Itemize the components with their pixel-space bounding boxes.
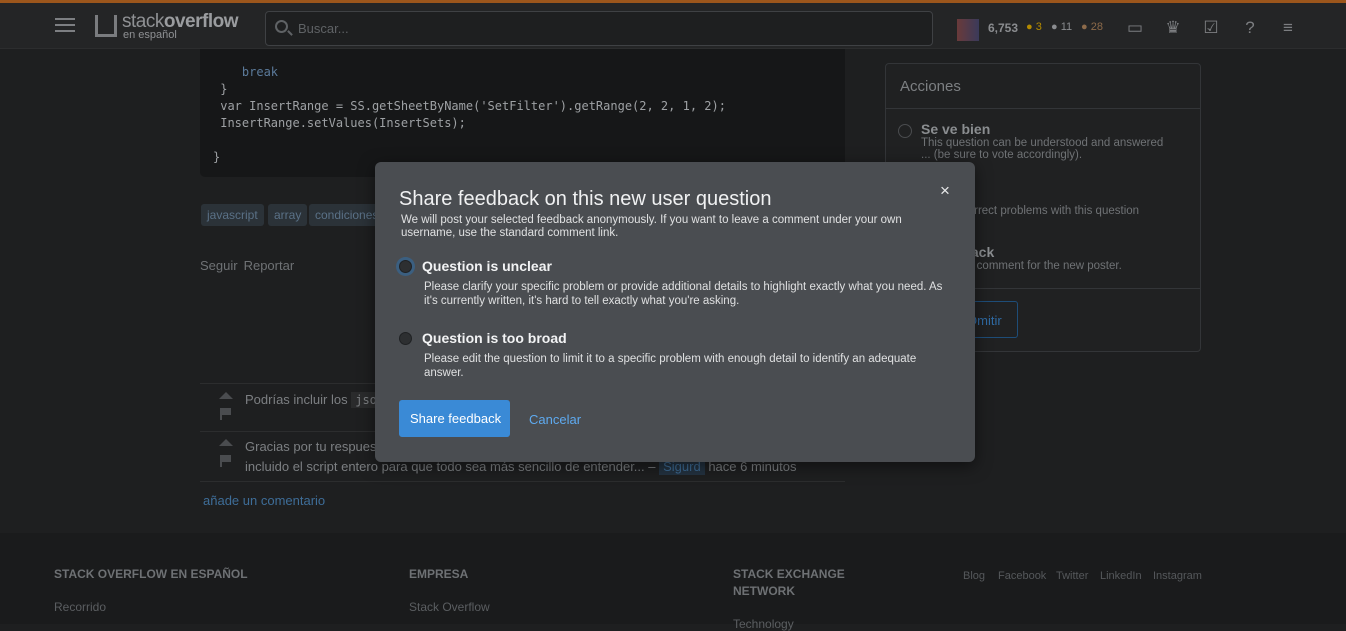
- upvote-icon[interactable]: [219, 392, 233, 399]
- code-line: }: [220, 82, 228, 96]
- modal-title: Share feedback on this new user question: [399, 188, 772, 210]
- sidebar-option: Se ve bien This question can be understoo…: [921, 121, 1163, 161]
- share-feedback-button[interactable]: Share feedback: [399, 400, 510, 437]
- tag-condiciones[interactable]: condiciones: [309, 204, 385, 226]
- footer-social-link[interactable]: LinkedIn: [1100, 570, 1142, 582]
- upvote-icon[interactable]: [219, 439, 233, 446]
- footer-social-link[interactable]: Blog: [963, 570, 985, 582]
- logo[interactable]: stackoverflow en español: [95, 11, 238, 41]
- option-label: Se ve bien: [921, 121, 991, 137]
- code-line: break: [227, 65, 279, 79]
- footer-link[interactable]: Recorrido: [54, 600, 106, 614]
- footer-heading: STACK EXCHANGE NETWORK: [733, 566, 845, 600]
- site-switcher-icon[interactable]: ≡: [1278, 19, 1298, 37]
- comment: Podrías incluir los jso: [245, 390, 381, 410]
- close-icon[interactable]: ×: [940, 181, 950, 201]
- silver-badge-count: ● 11: [1051, 21, 1073, 33]
- code-line: InsertRange.setValues(InsertSets);: [220, 116, 466, 130]
- tag-array[interactable]: array: [268, 204, 308, 226]
- modal-subtitle: We will post your selected feedback anon…: [401, 214, 902, 239]
- code-block: break } var InsertRange = SS.getSheetByN…: [200, 49, 845, 177]
- report-link[interactable]: Reportar: [244, 258, 295, 273]
- unclear-radio[interactable]: [399, 260, 412, 273]
- code-line: }: [213, 150, 221, 164]
- comment-text: Podrías incluir los: [245, 392, 352, 407]
- option-desc: Please clarify your specific problem or …: [424, 281, 943, 307]
- bronze-badge-count: ● 28: [1081, 21, 1103, 33]
- feedback-modal: Share feedback on this new user question…: [375, 162, 975, 462]
- option-desc: ... (be sure to vote accordingly).: [921, 149, 1083, 161]
- gold-badge-count: ● 3: [1026, 21, 1042, 33]
- option-desc: This question can be understood and answ…: [921, 137, 1164, 149]
- inbox-icon[interactable]: ▭: [1125, 19, 1145, 37]
- footer-social-link[interactable]: Instagram: [1153, 570, 1202, 582]
- silver-count: 11: [1060, 21, 1073, 33]
- footer-heading-line: NETWORK: [733, 584, 795, 598]
- top-bar: stackoverflow en español Buscar... 6,753…: [0, 3, 1346, 49]
- too-broad-radio[interactable]: [399, 332, 412, 345]
- bronze-count: 28: [1090, 21, 1103, 33]
- option-desc: Please edit the question to limit it to …: [424, 353, 917, 379]
- cancel-button[interactable]: Cancelar: [529, 412, 581, 427]
- footer-link[interactable]: Stack Overflow: [409, 600, 490, 614]
- looks-ok-radio[interactable]: [898, 124, 912, 138]
- search-input[interactable]: Buscar...: [265, 11, 933, 46]
- option-label[interactable]: Question is too broad: [422, 330, 567, 346]
- footer: STACK OVERFLOW EN ESPAÑOL Recorrido EMPR…: [0, 533, 1346, 631]
- stack-logo-icon: [95, 15, 117, 37]
- footer-social-link[interactable]: Twitter: [1056, 570, 1088, 582]
- hamburger-menu-icon[interactable]: [55, 18, 75, 32]
- footer-heading: STACK OVERFLOW EN ESPAÑOL: [54, 567, 248, 581]
- follow-link[interactable]: Seguir: [200, 258, 238, 273]
- reputation: 6,753: [988, 21, 1019, 35]
- search-icon: [275, 20, 288, 33]
- tag-javascript[interactable]: javascript: [201, 204, 264, 226]
- trophy-icon[interactable]: ♛: [1163, 19, 1183, 37]
- gold-count: 3: [1035, 21, 1042, 33]
- review-icon[interactable]: ☑: [1201, 19, 1221, 37]
- code-line: var InsertRange = SS.getSheetByName('Set…: [220, 99, 726, 113]
- avatar[interactable]: [957, 19, 979, 41]
- option-label[interactable]: Question is unclear: [422, 258, 552, 274]
- add-comment-link[interactable]: añade un comentario: [203, 493, 325, 508]
- footer-social-link[interactable]: Facebook: [998, 570, 1046, 582]
- post-menu: Seguir Reportar: [200, 258, 300, 273]
- search-placeholder: Buscar...: [298, 21, 349, 36]
- flag-icon[interactable]: [220, 455, 232, 467]
- help-icon[interactable]: ?: [1240, 19, 1260, 37]
- footer-heading: EMPRESA: [409, 567, 469, 581]
- divider: [200, 481, 845, 482]
- footer-link[interactable]: Technology: [733, 617, 794, 631]
- footer-heading-line: STACK EXCHANGE: [733, 567, 845, 581]
- flag-icon[interactable]: [220, 408, 232, 420]
- sidebar-title: Acciones: [886, 64, 1200, 109]
